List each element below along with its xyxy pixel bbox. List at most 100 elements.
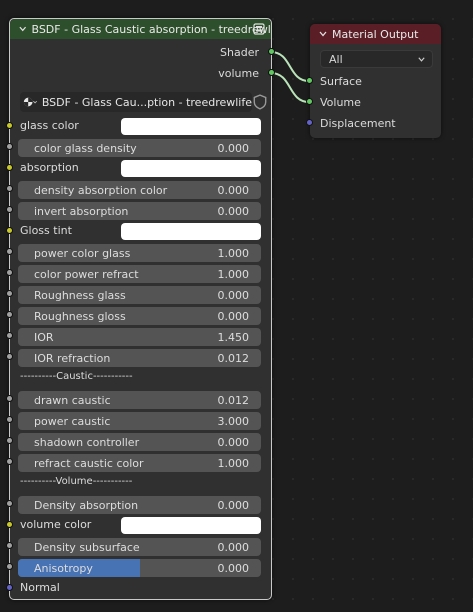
color-swatch-gloss-tint[interactable] <box>121 223 261 240</box>
output-socket-volume[interactable] <box>268 69 275 76</box>
field-ior[interactable]: IOR 1.450 <box>18 328 261 346</box>
bsdf-node-header[interactable]: BSDF - Glass Caustic absorption - treedr… <box>10 19 271 39</box>
color-swatch-volume-color[interactable] <box>121 517 261 534</box>
input-socket-color-glass-density[interactable] <box>6 143 13 150</box>
field-drawn-caustic[interactable]: drawn caustic 0.012 <box>18 391 261 409</box>
input-socket-surface[interactable] <box>306 77 313 84</box>
field-label: IOR <box>34 330 54 344</box>
field-label: Density subsurface <box>34 540 140 554</box>
input-socket-anisotropy[interactable] <box>6 563 13 570</box>
field-density-subsurface[interactable]: Density subsurface 0.000 <box>18 538 261 556</box>
field-roughness-glass[interactable]: Roughness glass 0.000 <box>18 286 261 304</box>
field-roughness-gloss[interactable]: Roughness gloss 0.000 <box>18 307 261 325</box>
node-tree-name[interactable]: BSDF - Glass Cau...ption - treedrewlife <box>41 95 252 109</box>
input-socket-refract-caustic-color[interactable] <box>6 458 13 465</box>
input-socket-density-absorption-color[interactable] <box>6 185 13 192</box>
field-power-color-glass[interactable]: power color glass 1.000 <box>18 244 261 262</box>
section-separator-caustic: ----------Caustic----------- <box>20 371 133 382</box>
field-value: 0.012 <box>217 351 250 365</box>
input-socket-shadown-controller[interactable] <box>6 437 13 444</box>
field-invert-absorption[interactable]: invert absorption 0.000 <box>18 202 261 220</box>
input-label-absorption: absorption <box>20 161 79 174</box>
field-value: 0.000 <box>217 498 250 512</box>
field-value: 0.000 <box>217 309 250 323</box>
field-label: Density absorption <box>34 498 139 512</box>
output-socket-shader[interactable] <box>268 48 275 55</box>
input-socket-ior[interactable] <box>6 332 13 339</box>
node-tree-icon[interactable] <box>23 95 37 109</box>
input-label-volume: Volume <box>320 96 361 109</box>
input-socket-absorption[interactable] <box>6 164 13 171</box>
input-label-surface: Surface <box>320 75 362 88</box>
field-label: Anisotropy <box>34 561 93 575</box>
material-output-title: Material Output <box>332 27 419 41</box>
field-value: 0.000 <box>217 561 250 575</box>
chevron-down-icon <box>418 57 425 62</box>
material-output-header[interactable]: Material Output <box>310 24 441 44</box>
output-label-volume: volume <box>218 67 259 80</box>
material-output-node[interactable]: Material Output All Surface Volume Displ… <box>306 24 441 138</box>
output-label-shader: Shader <box>220 46 259 59</box>
input-socket-power-caustic[interactable] <box>6 416 13 423</box>
input-socket-color-power-refract[interactable] <box>6 269 13 276</box>
field-label: Roughness gloss <box>34 309 126 323</box>
field-color-glass-density[interactable]: color glass density 0.000 <box>18 139 261 157</box>
field-value: 0.000 <box>217 141 250 155</box>
input-socket-glass-color[interactable] <box>6 122 13 129</box>
field-label: IOR refraction <box>34 351 111 365</box>
field-value: 0.000 <box>217 540 250 554</box>
field-shadown-controller[interactable]: shadown controller 0.000 <box>18 433 261 451</box>
input-socket-volume[interactable] <box>306 98 313 105</box>
target-dropdown[interactable]: All <box>320 50 433 68</box>
field-value: 0.000 <box>217 288 250 302</box>
chevron-down-icon[interactable] <box>18 24 27 34</box>
input-socket-roughness-gloss[interactable] <box>6 311 13 318</box>
fake-user-shield-icon[interactable] <box>252 94 268 110</box>
input-socket-ior-refraction[interactable] <box>6 353 13 360</box>
bsdf-group-node[interactable]: BSDF - Glass Caustic absorption - treedr… <box>6 18 275 600</box>
shader-to-surface-link <box>270 51 310 82</box>
chevron-down-icon[interactable] <box>318 29 328 39</box>
field-value: 0.000 <box>217 435 250 449</box>
input-socket-gloss-tint[interactable] <box>6 227 13 234</box>
input-socket-density-subsurface[interactable] <box>6 542 13 549</box>
input-label-normal: Normal <box>20 581 60 594</box>
field-density-absorption-color[interactable]: density absorption color 0.000 <box>18 181 261 199</box>
color-swatch-absorption[interactable] <box>121 160 261 177</box>
input-socket-displacement[interactable] <box>306 119 313 126</box>
field-label: Roughness glass <box>34 288 126 302</box>
field-label: color power refract <box>34 267 139 281</box>
field-color-power-refract[interactable]: color power refract 1.000 <box>18 265 261 283</box>
input-label-gloss-tint: Gloss tint <box>20 224 72 237</box>
field-label: drawn caustic <box>34 393 111 407</box>
field-value: 1.000 <box>217 267 250 281</box>
input-socket-drawn-caustic[interactable] <box>6 395 13 402</box>
field-ior-refraction[interactable]: IOR refraction 0.012 <box>18 349 261 367</box>
field-refract-caustic-color[interactable]: refract caustic color 1.000 <box>18 454 261 472</box>
input-label-volume-color: volume color <box>20 518 92 531</box>
input-socket-roughness-glass[interactable] <box>6 290 13 297</box>
field-label: color glass density <box>34 141 137 155</box>
field-anisotropy[interactable]: Anisotropy 0.000 <box>18 559 261 577</box>
input-socket-normal[interactable] <box>6 584 13 591</box>
field-value: 0.000 <box>217 204 250 218</box>
field-value: 0.000 <box>217 183 250 197</box>
input-socket-volume-color[interactable] <box>6 521 13 528</box>
field-value: 1.450 <box>217 330 250 344</box>
field-density-absorption[interactable]: Density absorption 0.000 <box>18 496 261 514</box>
input-label-glass-color: glass color <box>20 119 79 132</box>
section-separator-volume: ----------Volume----------- <box>20 476 133 487</box>
input-socket-power-color-glass[interactable] <box>6 248 13 255</box>
field-power-caustic[interactable]: power caustic 3.000 <box>18 412 261 430</box>
volume-to-volume-link <box>270 72 310 103</box>
node-tree-selector[interactable]: BSDF - Glass Cau...ption - treedrewlife <box>20 92 252 112</box>
input-socket-invert-absorption[interactable] <box>6 206 13 213</box>
field-value: 1.000 <box>217 456 250 470</box>
color-swatch-glass-color[interactable] <box>121 118 261 135</box>
input-socket-density-absorption[interactable] <box>6 500 13 507</box>
node-group-icon[interactable] <box>253 23 265 35</box>
field-value: 3.000 <box>217 414 250 428</box>
field-value: 1.000 <box>217 246 250 260</box>
field-label: invert absorption <box>34 204 129 218</box>
input-label-displacement: Displacement <box>320 117 396 130</box>
